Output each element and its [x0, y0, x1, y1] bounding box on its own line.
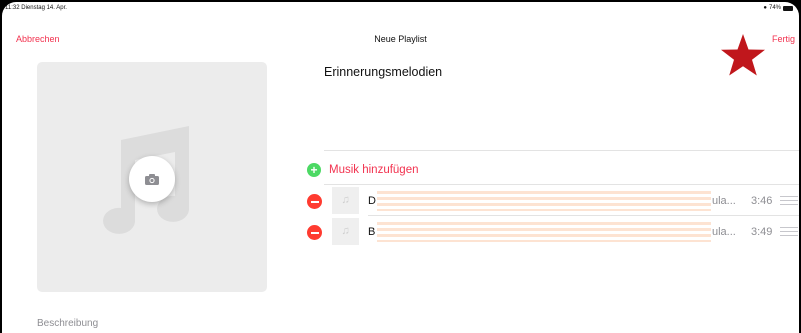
status-time-date: 11:32 Dienstag 14. Apr.: [5, 5, 67, 11]
song-duration: 3:49: [751, 226, 773, 238]
song-row[interactable]: ♫ B ula... 3:49: [307, 218, 799, 246]
status-right: ● 74%: [763, 5, 793, 11]
camera-icon: [145, 173, 159, 185]
song-duration: 3:46: [751, 195, 773, 207]
reorder-handle-icon[interactable]: [780, 227, 798, 236]
wifi-icon: ●: [763, 5, 767, 11]
playlist-name-field[interactable]: Erinnerungsmelodien: [324, 65, 442, 79]
redaction-bar: [377, 222, 711, 242]
add-music-button[interactable]: + Musik hinzufügen: [307, 161, 419, 179]
divider: [324, 150, 799, 151]
add-icon: +: [307, 163, 321, 177]
song-artist: ula...: [712, 195, 736, 207]
song-artist: ula...: [712, 226, 736, 238]
battery-percent: 74%: [768, 5, 781, 11]
description-field[interactable]: Beschreibung: [37, 318, 98, 329]
battery-icon: [783, 5, 793, 11]
song-title: D: [368, 195, 376, 207]
song-row[interactable]: ♫ D ula... 3:46: [307, 187, 799, 216]
add-music-label: Musik hinzufügen: [329, 164, 419, 176]
reorder-handle-icon[interactable]: [780, 196, 798, 205]
status-bar: 11:32 Dienstag 14. Apr. ● 74%: [2, 5, 799, 15]
divider: [368, 215, 799, 216]
navigation-bar: Abbrechen Neue Playlist Fertig: [2, 30, 799, 48]
ipad-screen: 11:32 Dienstag 14. Apr. ● 74% Abbrechen …: [2, 2, 799, 333]
camera-button[interactable]: [129, 156, 175, 202]
song-artwork: ♫: [332, 187, 359, 214]
page-title: Neue Playlist: [374, 34, 427, 44]
redaction-bar: [377, 191, 711, 211]
song-title: B: [368, 226, 376, 238]
done-button[interactable]: Fertig: [772, 34, 795, 44]
playlist-artwork[interactable]: [37, 62, 267, 292]
song-artwork: ♫: [332, 218, 359, 245]
remove-song-button[interactable]: [307, 194, 322, 209]
remove-song-button[interactable]: [307, 225, 322, 240]
star-icon: [721, 34, 765, 76]
divider: [324, 184, 799, 185]
